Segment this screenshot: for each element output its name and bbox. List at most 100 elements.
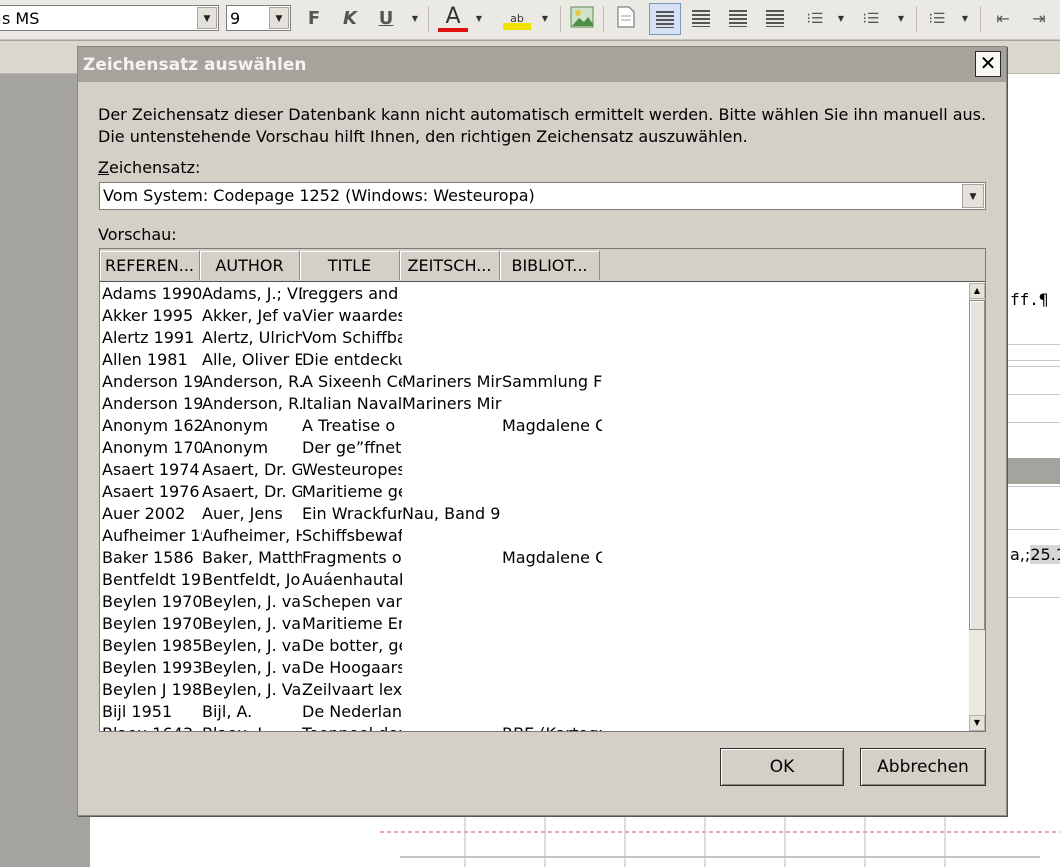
new-document-icon[interactable] bbox=[613, 6, 639, 32]
table-cell: Beylen 1985 bbox=[102, 636, 202, 655]
cancel-button[interactable]: Abbrechen bbox=[860, 748, 986, 786]
table-row[interactable]: Asaert 1974 Asaert, Dr. G Westeuropes bbox=[100, 459, 970, 481]
table-row[interactable]: Bijl 1951 Bijl, A. De Nederland bbox=[100, 701, 970, 723]
table-cell: Auáenhautab bbox=[302, 570, 402, 589]
table-cell: Bentfeldt, Jo bbox=[202, 570, 301, 589]
table-cell: Anderson, R. bbox=[202, 394, 302, 413]
table-cell bbox=[402, 635, 502, 657]
table-row[interactable]: Aufheimer 19 Aufheimer, H Schiffsbewaf bbox=[100, 525, 970, 547]
scrollbar-thumb[interactable] bbox=[969, 300, 985, 630]
table-cell: Beylen, J. va bbox=[202, 636, 302, 655]
table-row[interactable]: Akker 1995 Akker, Jef va Vier waardes bbox=[100, 305, 970, 327]
table-body[interactable]: Adams 1990 Adams, J.; VD reggers and Akker … bbox=[100, 283, 970, 731]
doc-line bbox=[1006, 422, 1060, 423]
chevron-down-icon[interactable]: ▼ bbox=[836, 6, 846, 32]
table-row[interactable]: Asaert 1976 Asaert, Dr. G Maritieme ge bbox=[100, 481, 970, 503]
table-row[interactable]: Baker 1586 Baker, Matth Fragments of Magdal… bbox=[100, 547, 970, 569]
table-cell bbox=[402, 415, 502, 437]
increase-indent-icon[interactable]: ⇥ bbox=[1026, 6, 1052, 32]
chevron-down-icon[interactable]: ▼ bbox=[960, 6, 970, 32]
table-cell bbox=[502, 503, 602, 525]
table-row[interactable]: Anderson 19 Anderson, R. A Sixeenh Ce Marin… bbox=[100, 371, 970, 393]
chevron-down-icon[interactable]: ▼ bbox=[197, 7, 217, 29]
table-cell: Akker 1995 bbox=[102, 306, 194, 325]
table-cell: Maritieme ge bbox=[302, 482, 402, 501]
underline-button[interactable]: U bbox=[374, 6, 398, 32]
table-cell: Nau, Band 9 bbox=[402, 504, 501, 523]
scroll-up-icon[interactable]: ▲ bbox=[969, 283, 985, 299]
table-row[interactable]: Beylen 1970 Beylen, J. va Maritieme En bbox=[100, 613, 970, 635]
table-row[interactable]: Anonym 162 Anonym A Treatise o Magdalene C bbox=[100, 415, 970, 437]
table-cell: Alle, Oliver E bbox=[202, 350, 302, 369]
table-cell: Aufheimer, H bbox=[202, 526, 302, 545]
table-cell bbox=[402, 547, 502, 569]
chevron-down-icon[interactable]: ▼ bbox=[962, 184, 984, 208]
preview-table[interactable]: REFEREN... AUTHOR TITLE ZEITSCH... BIBLIOT..… bbox=[99, 248, 986, 732]
highlight-icon: ab bbox=[503, 10, 531, 30]
table-cell bbox=[402, 437, 502, 459]
font-size-value: 9 bbox=[230, 9, 241, 28]
insert-image-icon[interactable] bbox=[569, 6, 595, 32]
table-row[interactable]: Auer 2002 Auer, Jens Ein Wrackfur Nau, Band… bbox=[100, 503, 970, 525]
chevron-down-icon[interactable]: ▼ bbox=[474, 6, 484, 32]
document-gap bbox=[1006, 458, 1060, 484]
decrease-indent-icon[interactable]: ⇤ bbox=[990, 6, 1016, 32]
vertical-scrollbar[interactable]: ▲ ▼ bbox=[969, 283, 985, 731]
font-name-combobox[interactable]: s MS ▼ bbox=[0, 5, 219, 31]
align-justify-icon[interactable] bbox=[766, 10, 784, 27]
table-row[interactable]: Bentfeldt 19 Bentfeldt, Jo Auáenhautab bbox=[100, 569, 970, 591]
chevron-down-icon[interactable]: ▼ bbox=[540, 6, 550, 32]
table-cell: Anderson 19 bbox=[102, 372, 202, 391]
table-cell: Westeuropes bbox=[302, 460, 402, 479]
table-cell: Ein Wrackfur bbox=[302, 504, 402, 523]
table-cell: Anderson, R. bbox=[202, 372, 302, 391]
table-row[interactable]: Beylen J 198 Beylen, J. Va Zeilvaart lexil bbox=[100, 679, 970, 701]
table-row[interactable]: Blaeu 1643Blaeu, J.Toonneel der RBE (Kart… bbox=[100, 723, 970, 731]
chevron-down-icon[interactable]: ▼ bbox=[896, 6, 906, 32]
chevron-down-icon[interactable]: ▼ bbox=[269, 7, 289, 29]
align-right-icon[interactable] bbox=[729, 10, 747, 27]
table-cell bbox=[502, 657, 602, 679]
table-row[interactable]: Adams 1990 Adams, J.; VD reggers and bbox=[100, 283, 970, 305]
outline-list-icon[interactable]: ⁝☰ bbox=[926, 6, 948, 32]
ok-button[interactable]: OK bbox=[720, 748, 844, 786]
table-header: REFEREN... AUTHOR TITLE ZEITSCH... BIBLIOT..… bbox=[100, 249, 985, 282]
table-cell: Zeilvaart lexil bbox=[302, 680, 402, 699]
table-row[interactable]: Anderson 19 Anderson, R. Italian Naval Mari… bbox=[100, 393, 970, 415]
table-row[interactable]: Beylen 1985 Beylen, J. va De botter, ge bbox=[100, 635, 970, 657]
column-header[interactable]: REFEREN... bbox=[100, 251, 200, 280]
table-row[interactable]: Allen 1981 Alle, Oliver E Die entdecku bbox=[100, 349, 970, 371]
highlight-button[interactable]: ab bbox=[502, 6, 532, 32]
table-row[interactable]: Beylen 1993 Beylen, J. va De Hoogaars bbox=[100, 657, 970, 679]
table-row[interactable]: Alertz 1991 Alertz, Ulrich Vom Schiffba bbox=[100, 327, 970, 349]
table-cell: Anonym 162 bbox=[102, 416, 202, 435]
column-header[interactable]: TITLE bbox=[300, 251, 400, 280]
table-cell: Asaert 1974 bbox=[102, 460, 200, 479]
chevron-down-icon[interactable]: ▼ bbox=[410, 6, 420, 32]
bullet-list-icon[interactable]: ⁝☰ bbox=[804, 6, 826, 32]
charset-select[interactable]: Vom System: Codepage 1252 (Windows: West… bbox=[99, 182, 986, 210]
table-cell bbox=[402, 613, 502, 635]
font-color-button[interactable]: A bbox=[438, 6, 468, 32]
table-cell bbox=[402, 723, 502, 731]
table-cell bbox=[402, 327, 502, 349]
table-row[interactable]: Anonym 170 Anonym Der ge”ffnete bbox=[100, 437, 970, 459]
table-cell bbox=[402, 349, 502, 371]
italic-button[interactable]: K bbox=[338, 6, 362, 32]
table-cell: Vom Schiffba bbox=[302, 328, 402, 347]
scroll-down-icon[interactable]: ▼ bbox=[969, 715, 985, 731]
align-center-icon[interactable] bbox=[692, 10, 710, 27]
table-cell: Beylen, J. va bbox=[202, 592, 302, 611]
close-button[interactable]: ✕ bbox=[975, 51, 1001, 77]
table-cell: Sammlung Fe bbox=[502, 372, 602, 391]
bold-button[interactable]: F bbox=[302, 6, 326, 32]
table-cell: De Hoogaars bbox=[302, 658, 402, 677]
column-header[interactable]: ZEITSCH... bbox=[400, 251, 500, 280]
align-left-button[interactable] bbox=[649, 3, 681, 35]
font-size-combobox[interactable]: 9 ▼ bbox=[226, 5, 291, 31]
table-row[interactable]: Beylen 1970 Beylen, J. va Schepen van bbox=[100, 591, 970, 613]
column-header[interactable]: BIBLIOT... bbox=[500, 251, 600, 280]
dialog-titlebar[interactable]: Zeichensatz auswählen ✕ bbox=[78, 47, 1006, 82]
numbered-list-icon[interactable]: ⁝☰ bbox=[860, 6, 882, 32]
column-header[interactable]: AUTHOR bbox=[200, 251, 300, 280]
